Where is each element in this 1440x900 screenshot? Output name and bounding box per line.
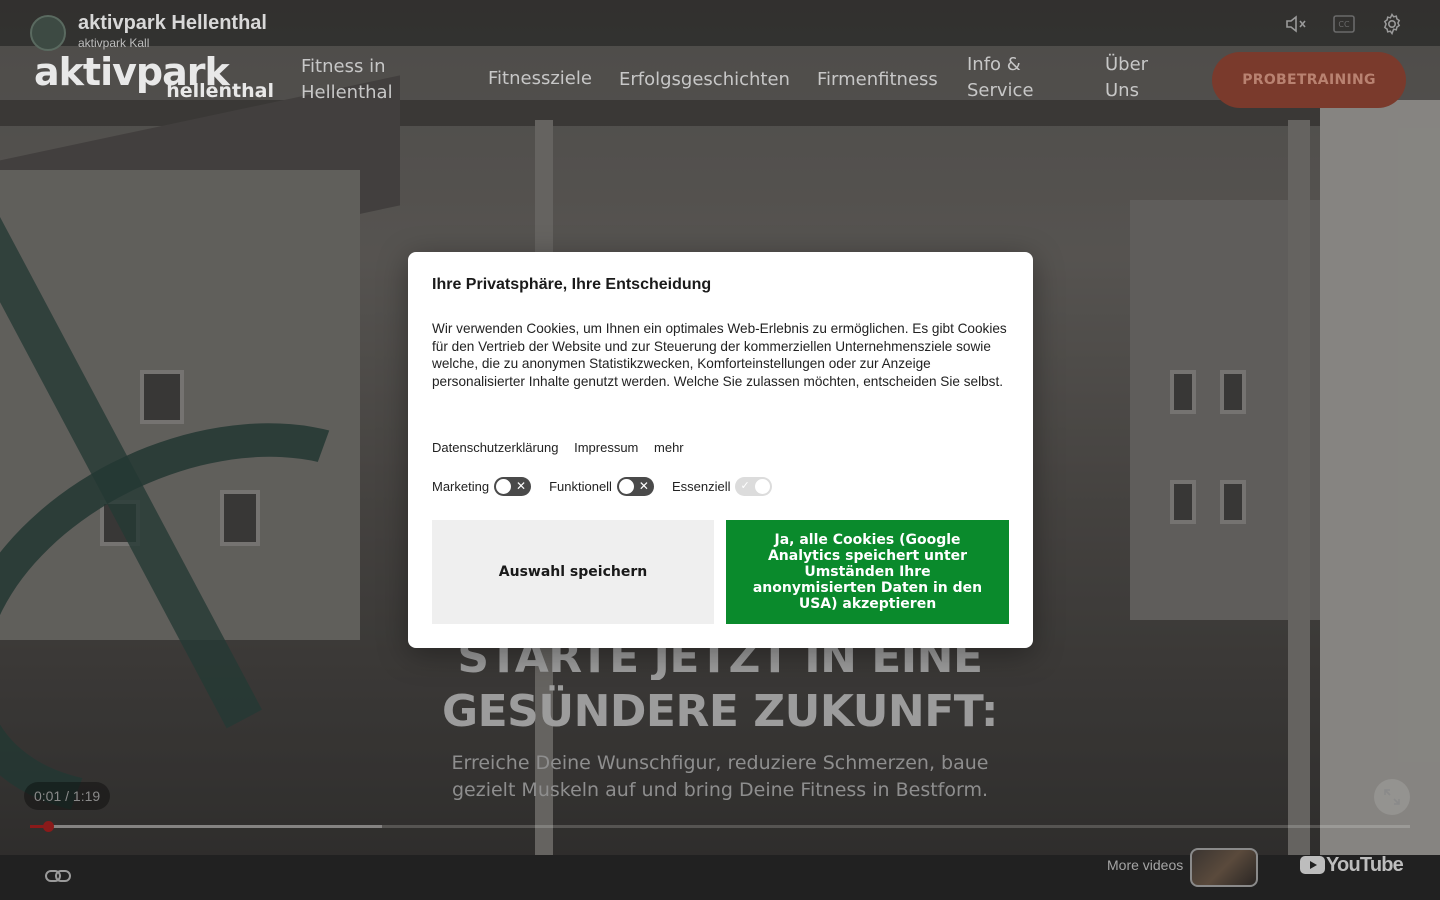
expand-icon	[1384, 789, 1400, 805]
captions-icon[interactable]: CC	[1332, 12, 1356, 36]
more-videos-label[interactable]: More videos	[1107, 857, 1183, 873]
hero-subtitle: Erreiche Deine Wunschfigur, reduziere Sc…	[451, 752, 989, 801]
youtube-bottom-bar: More videos YouTube	[0, 848, 1440, 900]
time-display: 0:01 / 1:19	[24, 782, 111, 810]
accept-all-cookies-button[interactable]: Ja, alle Cookies (Google Analytics speic…	[726, 520, 1009, 624]
toggle-knob	[496, 478, 512, 494]
youtube-top-bar: aktivpark Hellenthal aktivpark Kall CC	[0, 0, 1440, 51]
settings-icon[interactable]	[1380, 12, 1404, 36]
cookie-dialog-title: Ihre Privatsphäre, Ihre Entscheidung	[432, 276, 712, 293]
nav-firmenfitness[interactable]: Firmenfitness	[817, 67, 938, 93]
imprint-link[interactable]: Impressum	[574, 440, 638, 455]
nav-label-line: Uns	[1105, 80, 1139, 101]
hero-title-line-2: GESÜNDERE ZUKUNFT:	[441, 686, 999, 737]
nav-label-line: Hellenthal	[301, 82, 393, 103]
fullscreen-button[interactable]	[1374, 779, 1410, 815]
more-videos-thumbnail[interactable]	[1190, 848, 1258, 887]
funktionell-toggle[interactable]: ✕	[616, 476, 654, 496]
nav-label-line: Fitness in	[301, 56, 386, 77]
mute-icon[interactable]	[1284, 12, 1308, 36]
toggle-knob	[618, 478, 634, 494]
logo-subtitle: hellenthal	[166, 80, 274, 102]
marketing-toggle[interactable]: ✕	[494, 476, 532, 496]
time-separator: /	[65, 788, 70, 804]
time-current: 0:01	[34, 788, 62, 804]
video-title[interactable]: aktivpark Hellenthal	[78, 12, 267, 35]
link-icon[interactable]	[44, 865, 72, 887]
nav-label-line: Fitnessziele	[488, 68, 592, 89]
toggle-label-essenziell: Essenziell	[671, 478, 731, 494]
progress-scrubber[interactable]	[42, 821, 54, 832]
channel-name[interactable]: aktivpark Kall	[78, 36, 149, 50]
time-total: 1:19	[72, 788, 101, 804]
nav-ueber-uns[interactable]: Über Uns	[1105, 52, 1148, 104]
nav-label-line: Erfolgsgeschichten	[619, 69, 790, 90]
privacy-policy-link[interactable]: Datenschutzerklärung	[432, 440, 558, 455]
cookie-consent-dialog: Ihre Privatsphäre, Ihre Entscheidung Wir…	[408, 252, 1033, 648]
essenziell-toggle: ✓	[735, 476, 773, 496]
cookie-dialog-text: Wir verwenden Cookies, um Ihnen ein opti…	[432, 321, 1007, 389]
check-icon: ✓	[740, 479, 750, 492]
toggle-label-funktionell: Funktionell	[549, 478, 612, 494]
more-link[interactable]: mehr	[654, 440, 684, 455]
nav-fitness-in-hellenthal[interactable]: Fitness in Hellenthal	[301, 54, 393, 106]
progress-bar[interactable]	[30, 821, 1410, 832]
nav-info-service[interactable]: Info & Service	[967, 52, 1034, 104]
youtube-logo-text: YouTube	[1326, 854, 1404, 876]
close-icon: ✕	[638, 478, 649, 493]
nav-label-line: Firmenfitness	[817, 69, 938, 90]
progress-buffered	[30, 825, 382, 828]
cookie-toggles: Marketing ✕ Funktionell ✕ Essenziell ✓	[432, 475, 790, 497]
cookie-links: Datenschutzerklärung Impressum mehr	[432, 440, 696, 455]
nav-fitnessziele[interactable]: Fitnessziele	[488, 66, 592, 92]
save-selection-button[interactable]: Auswahl speichern	[432, 520, 714, 624]
nav-label-line: Service	[967, 80, 1034, 101]
toggle-knob	[755, 478, 771, 494]
probetraining-button[interactable]: PROBETRAINING	[1212, 52, 1406, 108]
nav-label-line: Über	[1105, 54, 1149, 75]
nav-label-line: Info &	[967, 54, 1021, 75]
close-icon: ✕	[516, 478, 527, 493]
site-logo[interactable]: aktivpark hellenthal	[34, 50, 274, 104]
svg-text:CC: CC	[1338, 20, 1350, 29]
channel-avatar[interactable]	[30, 15, 66, 51]
nav-erfolgsgeschichten[interactable]: Erfolgsgeschichten	[619, 67, 790, 93]
toggle-label-marketing: Marketing	[432, 478, 490, 494]
